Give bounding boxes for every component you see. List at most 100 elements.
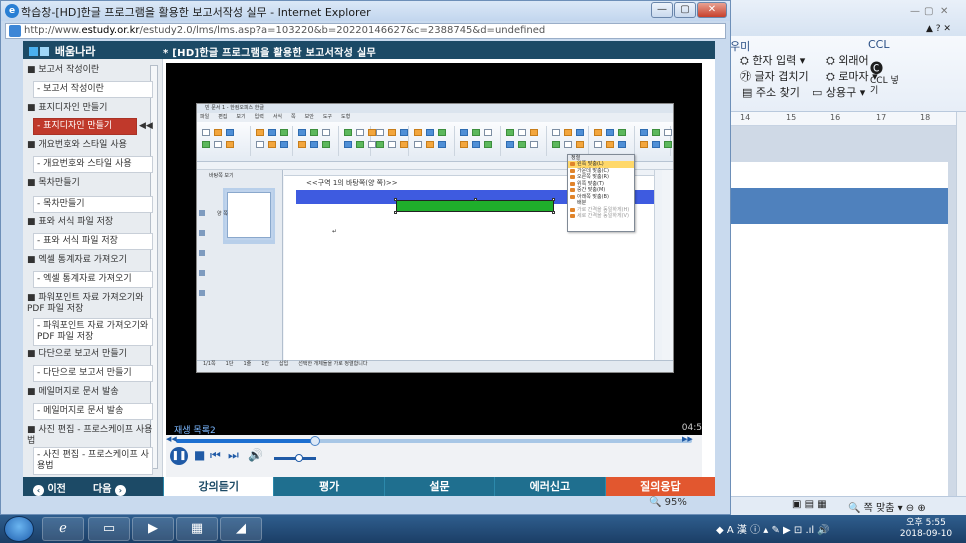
sidebar-section: ■ 보고서 작성이란 bbox=[27, 65, 100, 75]
green-rectangle-shape bbox=[396, 200, 554, 212]
hwp-tool-icon bbox=[322, 129, 330, 136]
taskbar-ie-icon[interactable]: ℯ bbox=[42, 517, 84, 541]
pane-tool-icon bbox=[199, 290, 205, 296]
hwp-tool-icon bbox=[256, 141, 264, 148]
sidebar-lesson-item[interactable]: - 표와 서식 파일 저장 bbox=[33, 233, 153, 250]
next-arrow-icon: › bbox=[114, 485, 126, 496]
bg-restore-icon[interactable]: ▢ bbox=[924, 6, 933, 17]
tab-evaluation[interactable]: 평가 bbox=[273, 477, 384, 496]
bg-minimize-icon[interactable]: — bbox=[910, 6, 920, 17]
bg-vertical-scrollbar[interactable] bbox=[956, 112, 966, 496]
hwp-tool-icon bbox=[606, 129, 614, 136]
hwp-ribbon-group bbox=[457, 126, 501, 156]
volume-icon[interactable]: 🔊 bbox=[248, 448, 263, 462]
hwp-tool-icon bbox=[268, 129, 276, 136]
hwp-menu-item: 도구 bbox=[322, 114, 333, 120]
hwp-tool-icon bbox=[664, 129, 672, 136]
hwp-status-item: 1칸 bbox=[261, 361, 270, 367]
pane-tool-icon bbox=[199, 250, 205, 256]
pause-button[interactable]: ❚❚ bbox=[170, 447, 188, 465]
hwp-tool-icon bbox=[376, 141, 384, 148]
clock[interactable]: 오후 5:55 2018-09-10 bbox=[898, 518, 954, 540]
seek-start-icon[interactable]: ◀◀ bbox=[166, 435, 177, 443]
hwp-tool-icon bbox=[518, 141, 526, 148]
maximize-button[interactable]: ▢ bbox=[674, 2, 696, 18]
address-bar[interactable]: http://www.estudy.or.kr/estudy2.0/lms/lm… bbox=[5, 23, 726, 39]
hwp-tool-icon bbox=[618, 129, 626, 136]
hwp-tool-icon bbox=[606, 141, 614, 148]
taskbar-media-icon[interactable]: ▶ bbox=[132, 517, 174, 541]
volume-knob[interactable] bbox=[295, 454, 304, 462]
prev-chapter-button[interactable]: ⏮ bbox=[210, 448, 221, 463]
bg-ccl-insert-button[interactable]: CCL 넣기 bbox=[870, 76, 900, 96]
selection-handle bbox=[474, 198, 477, 201]
taskbar-explorer-icon[interactable]: ▭ bbox=[88, 517, 130, 541]
hwp-tool-icon bbox=[518, 129, 526, 136]
tab-error-report[interactable]: 에러신고 bbox=[494, 477, 605, 496]
close-button[interactable]: ✕ bbox=[697, 2, 727, 18]
seek-knob[interactable] bbox=[310, 436, 321, 446]
bg-close-icon[interactable]: ✕ bbox=[940, 6, 948, 17]
background-hwp-window: — ▢ ✕ 우미 ⛭ 한자 입력 ▾ ⛭ 외래어 ㉮ 글자 겹치기 ⛭ 로마자 … bbox=[730, 0, 966, 515]
next-button[interactable]: 다음 › bbox=[93, 480, 126, 496]
tab-qna[interactable]: 질의응답 bbox=[604, 477, 716, 496]
seek-end-icon[interactable]: ▶▶ bbox=[682, 435, 693, 443]
minimize-button[interactable]: — bbox=[651, 2, 673, 18]
hwp-ribbon-group bbox=[549, 126, 589, 156]
video-player[interactable]: 빈 문서 1 - 한컴오피스 한글 파일 편집 보기 입력 서식 쪽 보안 도구 도형 바탕쪽 … bbox=[166, 63, 702, 436]
sidebar-lesson-item[interactable]: - 파워포인트 자료 가져오기와 PDF 파일 저장 bbox=[33, 318, 153, 346]
zoom-level[interactable]: 🔍 95% bbox=[649, 497, 687, 508]
hwp-tool-icon bbox=[310, 129, 318, 136]
ccl-icon[interactable]: 🅒 bbox=[870, 58, 883, 77]
sidebar-lesson-item[interactable]: - 엑셀 통계자료 가져오기 bbox=[33, 271, 153, 288]
bg-foreign-word-button[interactable]: ⛭ 외래어 bbox=[826, 52, 869, 68]
sidebar-lesson-item[interactable]: - 사진 편집 - 프로스케이프 사용법 bbox=[33, 447, 153, 475]
hwp-tool-icon bbox=[280, 129, 288, 136]
bg-address-search-button[interactable]: ▤ 주소 찾기 bbox=[742, 84, 800, 100]
sidebar-section: ■ 파워포인트 자료 가져오기와 PDF 파일 저장 bbox=[27, 293, 144, 314]
hwp-status-item: 1/1쪽 bbox=[203, 361, 216, 367]
sidebar-lesson-item[interactable]: - 목차만들기 bbox=[33, 196, 153, 213]
bg-blue-band bbox=[730, 188, 948, 224]
hwp-tool-icon bbox=[388, 141, 396, 148]
lms-header: 배움나라 * [HD]한글 프로그램을 활용한 보고서작성 실무 bbox=[23, 41, 715, 59]
view-mode-icons[interactable]: ▣ ▤ ▦ bbox=[792, 499, 827, 510]
bg-fit-page[interactable]: 🔍 쪽 맞춤 ▾ ⊖ ⊕ bbox=[848, 499, 926, 514]
sidebar-lesson-item[interactable]: - 메일머지로 문서 발송 bbox=[33, 403, 153, 420]
ie-window: e 학습창-[HD]한글 프로그램을 활용한 보고서작성 실무 - Intern… bbox=[0, 0, 731, 515]
tab-survey[interactable]: 설문 bbox=[383, 477, 495, 496]
hwp-title: 빈 문서 1 - 한컴오피스 한글 bbox=[197, 104, 673, 113]
taskbar-hwp-icon[interactable]: ▦ bbox=[176, 517, 218, 541]
hwp-tool-icon bbox=[640, 141, 648, 148]
hwp-menu-item: 보기 bbox=[236, 114, 246, 120]
sidebar-lesson-item[interactable]: - 다단으로 보고서 만들기 bbox=[33, 365, 153, 382]
taskbar-app-icon[interactable]: ◢ bbox=[220, 517, 262, 541]
sidebar-lesson-item[interactable]: - 보고서 작성이란 bbox=[33, 81, 153, 98]
address-icon: ▤ bbox=[742, 86, 753, 99]
volume-slider[interactable] bbox=[274, 454, 316, 462]
prev-button[interactable]: ‹ 이전 bbox=[33, 480, 66, 496]
bg-ruler: 14 15 16 17 18 bbox=[730, 112, 956, 126]
hwp-status-item: 삽입 bbox=[279, 361, 289, 367]
hwp-tool-icon bbox=[356, 141, 364, 148]
hwp-tool-icon bbox=[310, 141, 318, 148]
player-controls: ◀◀ ▶▶ ❚❚ ■ ⏮ ⏭ 🔊 bbox=[166, 435, 702, 477]
hwp-tool-icon bbox=[564, 141, 572, 148]
next-chapter-button[interactable]: ⏭ bbox=[228, 448, 239, 463]
bg-snippet-button[interactable]: ▭ 상용구 ▾ bbox=[812, 84, 865, 100]
pane-tool-icon bbox=[199, 210, 205, 216]
hwp-tool-icon bbox=[226, 129, 234, 136]
ribbon-collapse-icon[interactable]: ▲ ? ✕ bbox=[926, 24, 951, 34]
start-button[interactable] bbox=[4, 516, 34, 542]
seek-bar[interactable] bbox=[176, 436, 692, 446]
system-tray[interactable]: ◆ A 漢 ⓘ ▴ ✎ ▶ ⊡ .ıl 🔊 bbox=[716, 521, 830, 536]
sidebar-section: ■ 표와 서식 파일 저장 bbox=[27, 217, 114, 227]
hwp-tool-icon bbox=[564, 129, 572, 136]
hwp-vertical-scrollbar bbox=[654, 170, 662, 360]
sidebar-lesson-item[interactable]: - 개요번호와 스타일 사용 bbox=[33, 156, 153, 173]
sidebar-lesson-item[interactable]: - 표지디자인 만들기 bbox=[33, 118, 137, 135]
tab-lecture[interactable]: 강의듣기 bbox=[163, 477, 274, 496]
bg-hanja-input-button[interactable]: ⛭ 한자 입력 ▾ bbox=[740, 52, 805, 68]
stop-button[interactable]: ■ bbox=[194, 448, 205, 462]
bg-char-overlap-button[interactable]: ㉮ 글자 겹치기 bbox=[740, 68, 809, 84]
